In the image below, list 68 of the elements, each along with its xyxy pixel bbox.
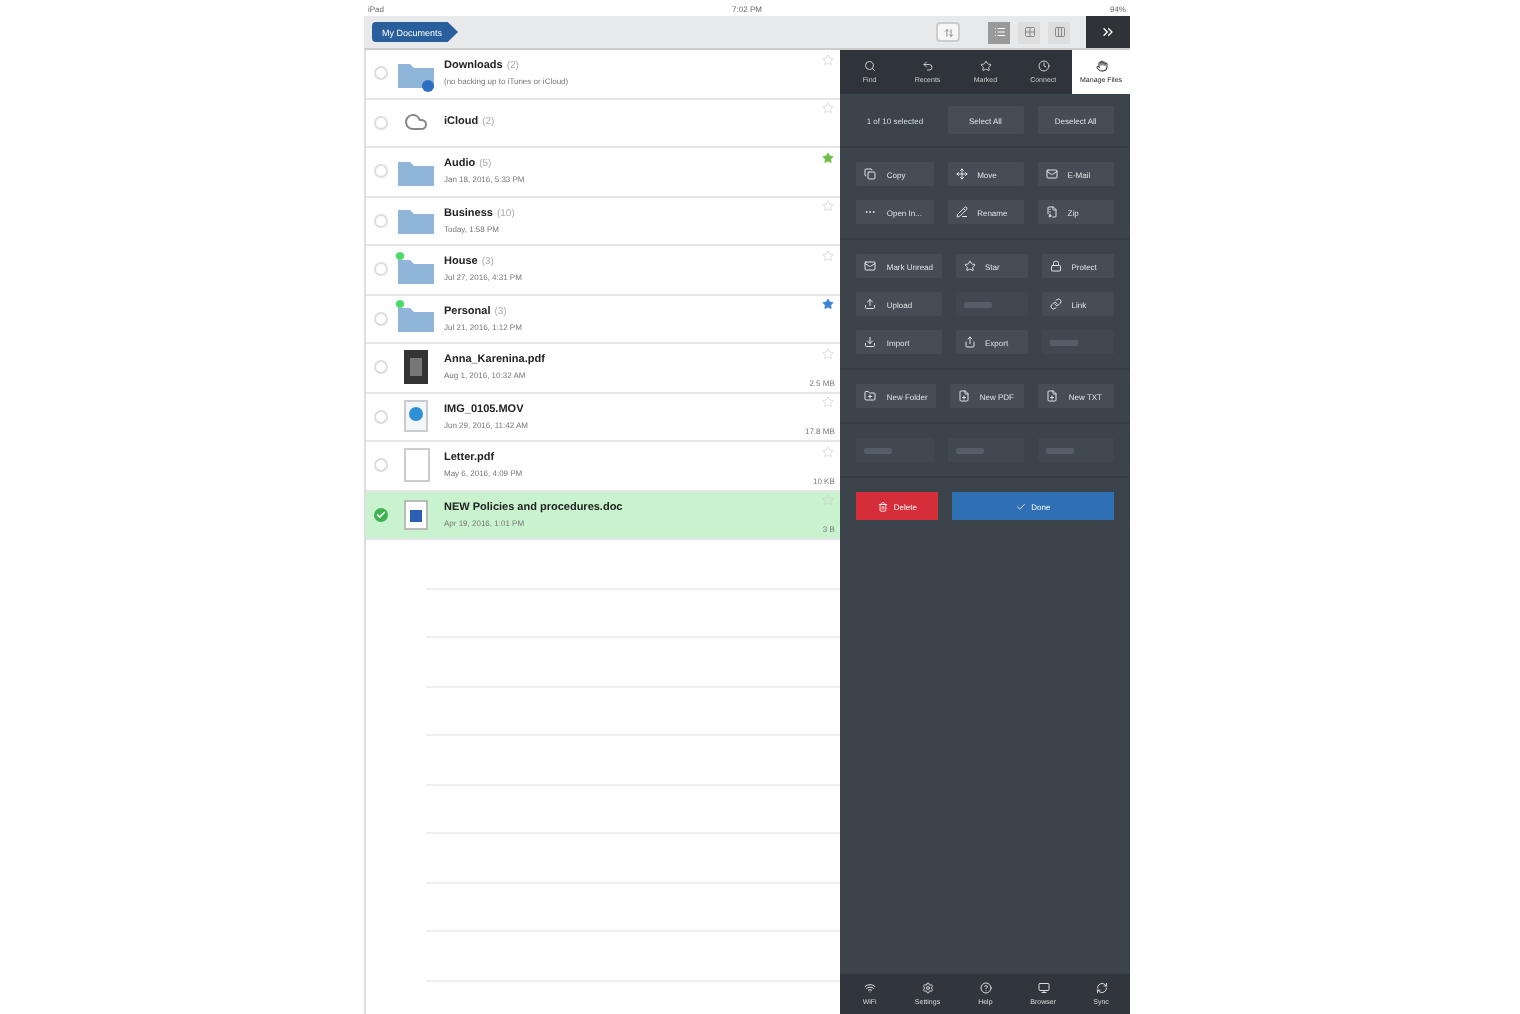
select-circle[interactable]: [374, 213, 388, 228]
move-icon: [955, 168, 968, 180]
folder-plus-icon: [864, 390, 877, 402]
checkmark-icon: [376, 509, 386, 520]
star-icon[interactable]: [822, 53, 835, 66]
share-icon: [963, 336, 975, 348]
search-icon: [863, 60, 876, 72]
trash-icon: [877, 501, 888, 511]
select-circle[interactable]: [374, 360, 388, 375]
help-icon: [979, 982, 992, 994]
sort-icon: [943, 27, 953, 37]
cloud-icon: [404, 110, 428, 135]
download-icon: [864, 336, 877, 348]
copy-icon: [864, 168, 877, 180]
wifi-icon: [863, 982, 876, 994]
settings-icon: [921, 982, 934, 994]
star-icon[interactable]: [822, 249, 835, 262]
word-document-icon: [404, 499, 428, 530]
undo-icon: [921, 60, 934, 72]
monitor-icon: [1037, 982, 1050, 994]
star-icon[interactable]: [822, 396, 835, 409]
view-toggle[interactable]: [988, 21, 1010, 43]
document-icon: [403, 448, 429, 483]
select-circle[interactable]: [374, 115, 388, 130]
double-chevron-icon: [1100, 24, 1116, 40]
upload-icon: [864, 298, 877, 310]
folder-icon: [398, 255, 434, 284]
lock-icon: [1049, 260, 1062, 272]
view-toggle[interactable]: [1018, 21, 1040, 43]
envelope-icon: [1045, 168, 1058, 180]
video-file-icon: [404, 400, 428, 433]
archive-icon: [1045, 206, 1058, 218]
link-icon: [1049, 298, 1062, 310]
expand-button[interactable]: [1086, 16, 1130, 48]
folder-icon: [398, 304, 434, 333]
select-circle[interactable]: [374, 409, 388, 424]
sync-icon: [1095, 982, 1108, 994]
select-circle[interactable]: [374, 458, 388, 473]
file-plus-icon: [1046, 390, 1059, 402]
folder-icon: [398, 59, 434, 88]
star-icon[interactable]: [822, 298, 835, 311]
folder-icon: [398, 157, 434, 186]
file-plus-icon: [957, 390, 970, 402]
columns-view-icon: [1053, 26, 1065, 38]
select-circle[interactable]: [374, 262, 388, 277]
star-icon[interactable]: [822, 347, 835, 360]
select-circle[interactable]: [374, 164, 388, 179]
star-icon[interactable]: [822, 494, 835, 507]
star-icon[interactable]: [822, 200, 835, 213]
checkmark-icon: [1015, 501, 1026, 511]
book-cover-icon: [404, 350, 428, 385]
star-icon: [963, 260, 975, 272]
select-circle[interactable]: [374, 311, 388, 326]
select-circle[interactable]: [374, 66, 388, 81]
star-icon[interactable]: [822, 445, 835, 458]
clock-icon: [1037, 60, 1050, 72]
star-icon[interactable]: [822, 151, 835, 164]
folder-icon: [398, 206, 434, 235]
list-view-icon: [993, 26, 1005, 38]
envelope-icon: [864, 260, 877, 272]
star-icon: [979, 60, 992, 72]
grid-view-icon: [1023, 26, 1035, 38]
view-toggle[interactable]: [1048, 21, 1070, 43]
select-circle[interactable]: [374, 507, 388, 522]
sort-button[interactable]: [936, 22, 960, 42]
star-icon[interactable]: [822, 102, 835, 115]
hand-icon: [1095, 60, 1108, 72]
pencil-icon: [955, 206, 968, 218]
